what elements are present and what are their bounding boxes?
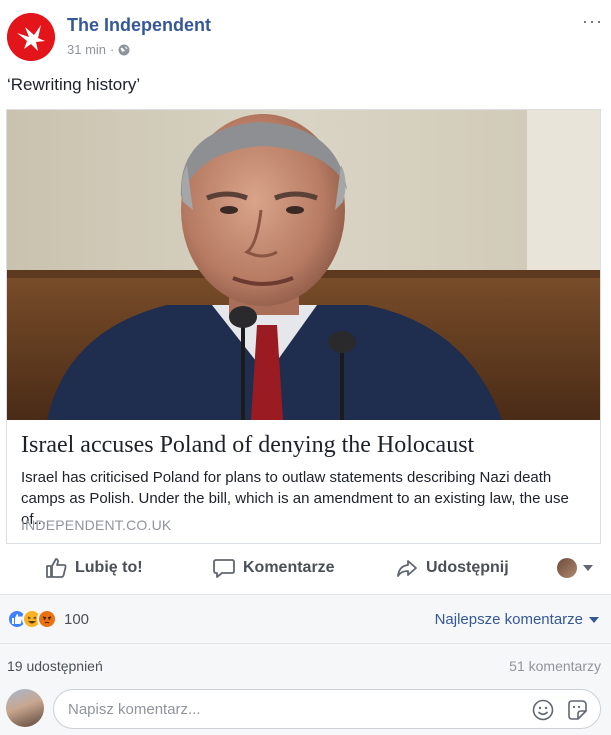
like-label: Lubię to! bbox=[75, 559, 143, 576]
comment-label: Komentarze bbox=[243, 559, 335, 576]
reactions-summary[interactable]: 100 bbox=[7, 609, 89, 629]
share-arrow-icon bbox=[397, 560, 417, 577]
speech-bubble-icon bbox=[213, 559, 235, 578]
current-user-avatar[interactable] bbox=[6, 689, 44, 727]
post-text: ‘Rewriting history’ bbox=[7, 75, 141, 94]
link-domain: INDEPENDENT.CO.UK bbox=[21, 517, 172, 533]
independent-eagle-logo bbox=[7, 13, 55, 61]
link-preview-image[interactable] bbox=[7, 110, 600, 420]
page-avatar[interactable] bbox=[7, 13, 55, 61]
more-options-icon[interactable]: ··· bbox=[582, 12, 603, 30]
share-label: Udostępnij bbox=[426, 559, 509, 576]
facebook-post: The Independent 31 min · ··· ‘Rewriting … bbox=[0, 0, 611, 735]
link-preview-card[interactable]: Israel accuses Poland of denying the Hol… bbox=[6, 109, 601, 544]
chevron-down-icon bbox=[583, 565, 593, 571]
comment-sort-dropdown[interactable]: Najlepsze komentarze bbox=[435, 611, 599, 628]
comment-composer[interactable] bbox=[53, 689, 601, 729]
comment-input[interactable] bbox=[68, 690, 508, 728]
page-name-link[interactable]: The Independent bbox=[67, 15, 211, 36]
user-mini-avatar bbox=[557, 558, 577, 578]
angry-reaction-icon bbox=[37, 609, 57, 629]
globe-icon[interactable] bbox=[118, 44, 130, 56]
shares-count-link[interactable]: 19 udostępnień bbox=[7, 658, 103, 674]
post-footer: 100 Najlepsze komentarze 19 udostępnień … bbox=[0, 594, 611, 735]
like-button[interactable]: Lubię to! bbox=[44, 556, 143, 580]
comment-button[interactable]: Komentarze bbox=[212, 556, 335, 580]
share-button[interactable]: Udostępnij bbox=[395, 556, 509, 580]
link-title[interactable]: Israel accuses Poland of denying the Hol… bbox=[21, 432, 474, 459]
chevron-down-icon bbox=[589, 616, 599, 623]
smiley-icon[interactable] bbox=[532, 699, 554, 726]
post-as-selector[interactable] bbox=[557, 558, 593, 578]
post-timestamp[interactable]: 31 min bbox=[67, 42, 106, 57]
footer-divider bbox=[0, 643, 611, 644]
sort-label: Najlepsze komentarze bbox=[434, 611, 583, 628]
meta-separator: · bbox=[110, 42, 115, 57]
sticker-icon[interactable] bbox=[566, 699, 588, 726]
netanyahu-speaking-at-microphone-photo bbox=[7, 110, 600, 420]
thumbs-up-icon bbox=[46, 558, 67, 578]
comments-count-link[interactable]: 51 komentarzy bbox=[509, 658, 601, 674]
post-action-bar: Lubię to! Komentarze Udostępnij bbox=[0, 548, 611, 592]
post-meta: 31 min · bbox=[67, 42, 130, 57]
reaction-count: 100 bbox=[64, 610, 90, 628]
